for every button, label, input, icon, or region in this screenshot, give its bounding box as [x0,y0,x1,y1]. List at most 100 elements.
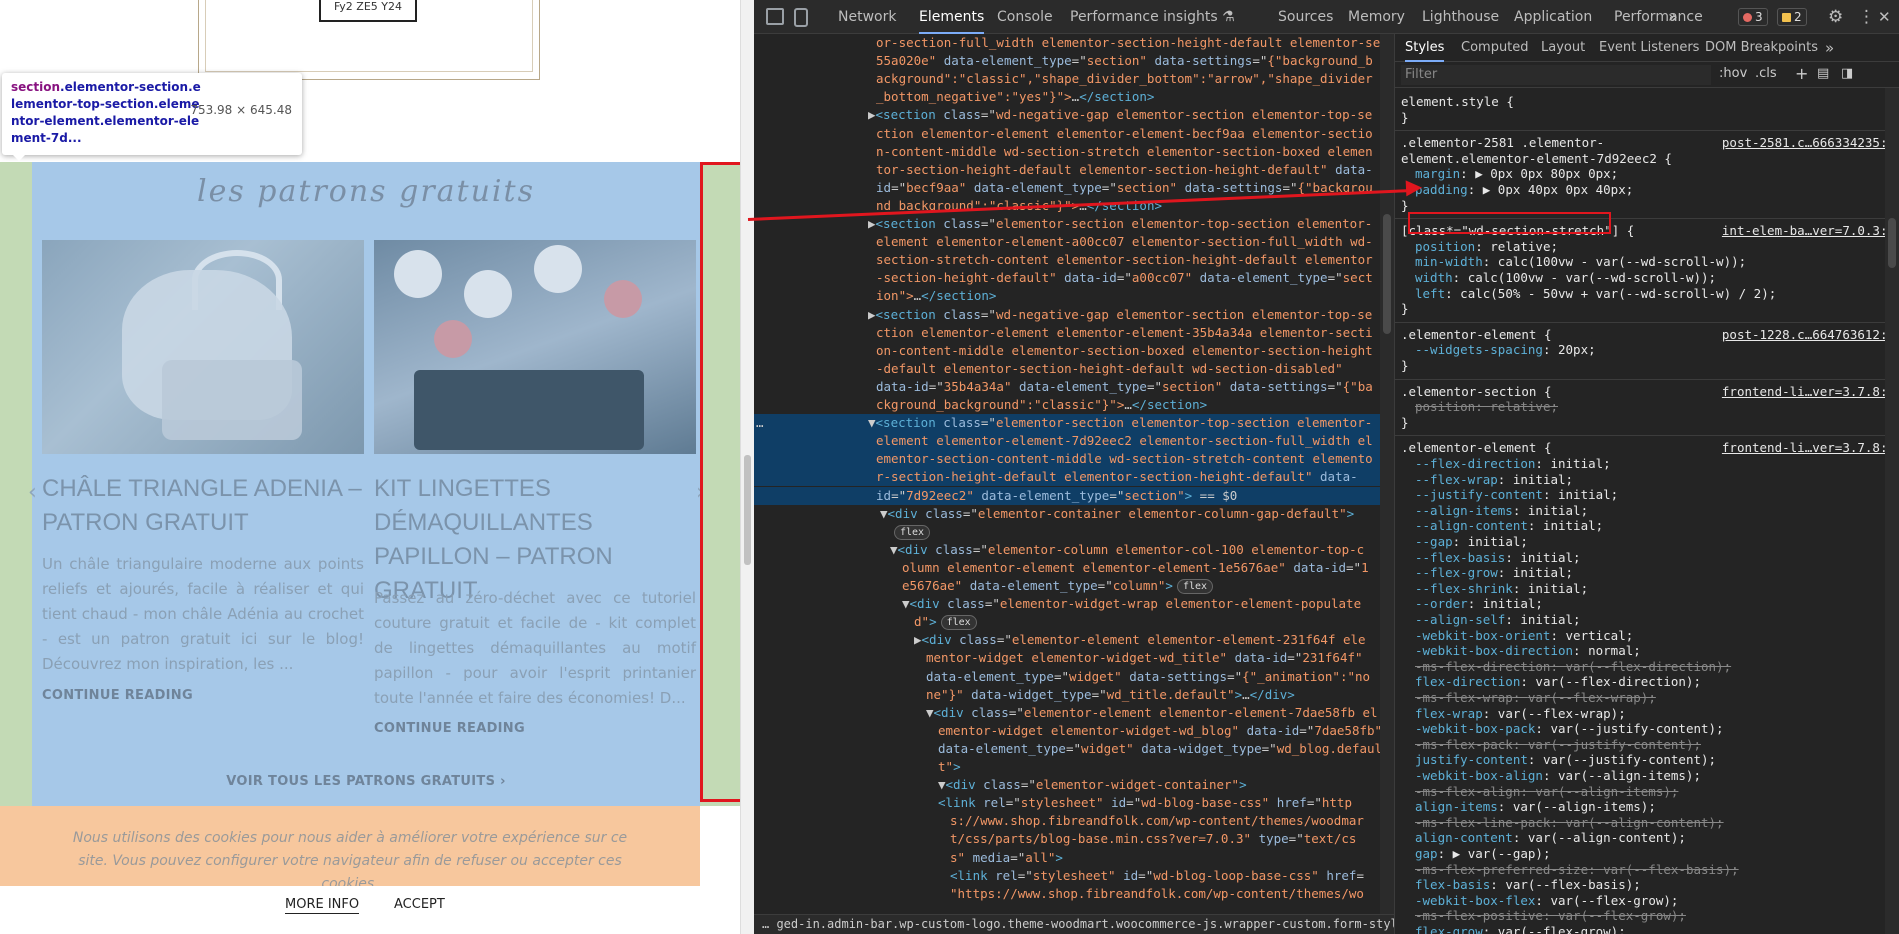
subtab-styles[interactable]: Styles [1405,34,1445,62]
css-declaration[interactable]: flex-direction: var(--flex-direction); [1415,674,1701,690]
css-declaration[interactable]: --justify-content: initial; [1415,487,1618,503]
dom-node-line[interactable]: ▶<section class="wd-negative-gap element… [754,106,1380,124]
css-declaration[interactable]: -webkit-box-flex: var(--flex-grow); [1415,893,1678,909]
css-declaration[interactable]: --align-items: initial; [1415,503,1588,519]
css-declaration[interactable]: position: relative; [1415,399,1558,415]
dom-node-line[interactable]: s" media="all"> [754,849,1380,867]
node-actions-icon[interactable]: … [756,414,776,432]
elements-tree[interactable]: or-section-full_width elementor-section-… [754,34,1394,914]
flex-badge[interactable]: flex [940,615,977,631]
css-declaration[interactable]: align-items: var(--align-items); [1415,799,1656,815]
css-declaration[interactable]: --order: initial; [1415,596,1543,612]
dom-node-line[interactable]: ▶<section class="wd-negative-gap element… [754,306,1380,324]
dom-node-line[interactable]: ▶<section class="elementor-section eleme… [754,215,1380,233]
selected-dom-node-line[interactable]: r-section-height-default elementor-secti… [754,468,1380,487]
css-rule[interactable]: .elementor-section {frontend-li…ver=3.7.… [1395,380,1899,437]
css-declaration[interactable]: flex-wrap: var(--flex-wrap); [1415,706,1626,722]
dom-node-line[interactable]: tor-section-height-default elementor-sec… [754,161,1380,179]
selected-dom-node-line[interactable]: ementor-section-content-middle wd-sectio… [754,450,1380,469]
styles-scrollbar-thumb[interactable] [1888,218,1896,268]
dom-node-line[interactable]: ▶<div class="elementor-element elementor… [754,631,1380,649]
css-declaration[interactable]: --align-content: initial; [1415,518,1603,534]
elements-scrollbar[interactable] [1380,34,1394,914]
tab-application[interactable]: Application [1514,0,1592,34]
dom-node-line[interactable]: olumn elementor-element elementor-elemen… [754,559,1380,577]
settings-gear-icon[interactable]: ⚙ [1828,0,1843,34]
more-info-link[interactable]: MORE INFO [285,897,360,914]
selected-dom-node-line[interactable]: id="7d92eec2" data-element_type="section… [754,486,1380,505]
css-declaration[interactable]: flex-basis: var(--flex-basis); [1415,877,1641,893]
subtab-layout[interactable]: Layout [1541,34,1585,62]
css-rule[interactable]: [class*="wd-section-stretch"] {int-elem-… [1395,219,1899,323]
dom-node-line[interactable]: ackground":"classic","shape_divider_bott… [754,70,1380,88]
subtab-dom-breakpoints[interactable]: DOM Breakpoints [1705,34,1818,62]
dom-node-line[interactable]: -section-height-default" data-id="a00cc0… [754,269,1380,287]
css-selector[interactable]: element.elementor-element-7d92eec2 { [1401,151,1672,167]
css-declaration[interactable]: -ms-flex-wrap: var(--flex-wrap); [1415,690,1656,706]
subtab-computed[interactable]: Computed [1461,34,1529,62]
inspect-element-icon[interactable] [766,8,784,25]
flex-badge[interactable]: flex [894,524,931,540]
card-image-wipes[interactable] [374,240,696,454]
dom-node-line[interactable]: data-element_type="widget" data-settings… [754,668,1380,686]
dom-node-line[interactable]: ▼<div class="elementor-element elementor… [754,704,1380,722]
more-tabs-icon[interactable]: » [1668,0,1678,34]
dom-node-line[interactable]: ckground_background":"classic"}">…</sect… [754,396,1380,414]
dom-node-line[interactable]: s://www.shop.fibreandfolk.com/wp-content… [754,812,1380,830]
dom-node-line[interactable]: element elementor-element-a00cc07 elemen… [754,233,1380,251]
dom-node-line[interactable]: or-section-full_width elementor-section-… [754,34,1380,52]
dom-node-line[interactable]: ▼<div class="elementor-widget-wrap eleme… [754,595,1380,613]
css-declaration[interactable]: flex-grow: var(--flex-grow); [1415,924,1626,934]
css-declaration[interactable]: position: relative; [1415,239,1558,255]
css-declaration[interactable]: --flex-basis: initial; [1415,550,1581,566]
close-icon[interactable]: ✕ [1878,0,1891,34]
css-declaration[interactable]: -ms-flex-positive: var(--flex-grow); [1415,908,1686,924]
tab-performance-insights[interactable]: Performance insights ⚗ [1070,0,1235,34]
css-source-link[interactable]: frontend-li…ver=3.7.8:2 [1722,440,1895,456]
css-declaration[interactable]: --gap: initial; [1415,534,1528,550]
css-source-link[interactable]: post-2581.c…666334235:1 [1722,135,1895,151]
css-declaration[interactable]: -webkit-box-pack: var(--justify-content)… [1415,721,1724,737]
css-declaration[interactable]: padding: ▶ 0px 40px 0px 40px; [1415,182,1633,198]
css-declaration[interactable]: -ms-flex-preferred-size: var(--flex-basi… [1415,862,1739,878]
css-selector[interactable]: .elementor-element { [1401,327,1552,343]
css-selector[interactable]: .elementor-element { [1401,440,1552,456]
dom-node-line[interactable]: data-element_type="widget" data-widget_t… [754,740,1380,758]
tab-lighthouse[interactable]: Lighthouse [1422,0,1499,34]
css-declaration[interactable]: -ms-flex-pack: var(--justify-content); [1415,737,1701,753]
hov-toggle[interactable]: :hov [1719,66,1747,81]
css-rule[interactable]: .elementor-element { post-1228.c…66476361… [1395,323,1899,380]
toggle-sidebar-icon[interactable]: ◨ [1841,66,1853,81]
css-declaration[interactable]: -ms-flex-line-pack: var(--align-content)… [1415,815,1724,831]
dom-node-line[interactable]: <link rel="stylesheet" id="wd-blog-loop-… [754,867,1380,885]
errors-badge[interactable]: 3 [1738,8,1768,26]
css-declaration[interactable]: -ms-flex-direction: var(--flex-direction… [1415,659,1731,675]
css-rule[interactable]: element.style {} [1395,90,1899,132]
dom-node-line[interactable]: section-stretch-content elementor-sectio… [754,251,1380,269]
warnings-badge[interactable]: 2 [1777,8,1807,26]
card-image-shawl[interactable] [42,240,364,454]
css-source-link[interactable]: post-1228.c…664763612:1 [1722,327,1895,343]
css-selector[interactable]: element.style { [1401,94,1514,110]
css-declaration[interactable]: -ms-flex-align: var(--align-items); [1415,784,1678,800]
css-declaration[interactable]: -webkit-box-orient: vertical; [1415,628,1633,644]
see-all-patterns-link[interactable]: VOIR TOUS LES PATRONS GRATUITS › [32,774,700,789]
more-subtabs-icon[interactable]: » [1825,34,1834,62]
continue-reading-link[interactable]: CONTINUE READING [374,721,525,736]
elements-scrollbar-thumb[interactable] [1383,214,1391,334]
page-scrollbar-thumb[interactable] [744,455,751,565]
selected-dom-node-line[interactable]: ▼<section class="elementor-section eleme… [754,414,1380,433]
cls-toggle[interactable]: .cls [1755,66,1777,81]
tab-sources[interactable]: Sources [1278,0,1333,34]
dom-node-line[interactable]: -default elementor-section-height-defaul… [754,360,1380,378]
selected-dom-node-line[interactable]: element elementor-element-7d92eec2 eleme… [754,432,1380,451]
dom-node-line[interactable]: flex [754,523,1380,541]
dom-node-line[interactable]: ion">…</section> [754,287,1380,305]
css-declaration[interactable]: --flex-shrink: initial; [1415,581,1588,597]
accept-button[interactable]: ACCEPT [394,897,445,912]
tab-performance[interactable]: Performance [1614,0,1703,34]
dom-node-line[interactable]: ▼<div class="elementor-column elementor-… [754,541,1380,559]
dom-node-line[interactable]: ction elementor-element elementor-elemen… [754,324,1380,342]
new-rule-icon[interactable]: + [1795,64,1808,83]
css-rule[interactable]: .elementor-element { frontend-li…ver=3.7.… [1395,436,1899,934]
